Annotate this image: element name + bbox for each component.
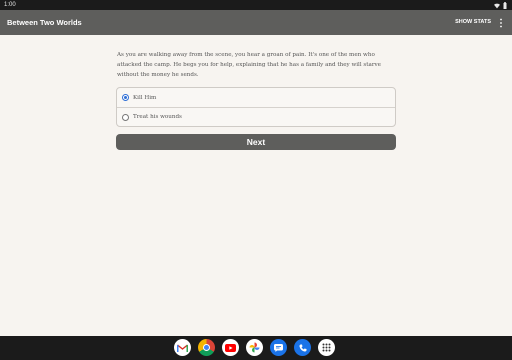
wifi-icon	[494, 3, 500, 8]
radio-unchecked-icon[interactable]	[122, 113, 129, 121]
app-bar: Between Two Worlds SHOW STATS	[0, 10, 512, 35]
status-icons	[494, 2, 507, 9]
app-drawer-icon[interactable]	[318, 339, 335, 356]
next-button[interactable]: Next	[116, 134, 396, 150]
chrome-icon[interactable]	[198, 339, 215, 356]
app-title: Between Two Worlds	[7, 18, 82, 27]
story-text: As you are walking away from the scene, …	[117, 52, 381, 78]
choice-treat-wounds[interactable]: Treat his wounds	[117, 107, 395, 126]
status-bar: 1:00	[0, 0, 512, 10]
youtube-icon[interactable]	[222, 339, 239, 356]
battery-icon	[503, 2, 507, 9]
status-time: 1:00	[4, 2, 16, 8]
choice-label: Kill Him	[133, 94, 157, 101]
gmail-icon[interactable]	[174, 339, 191, 356]
choice-label: Treat his wounds	[133, 114, 182, 120]
taskbar	[0, 336, 512, 360]
phone-icon[interactable]	[294, 339, 311, 356]
photos-icon[interactable]	[246, 339, 263, 356]
radio-checked-icon[interactable]	[122, 94, 129, 101]
choice-group: Kill Him Treat his wounds	[116, 87, 396, 127]
overflow-menu-icon[interactable]	[499, 18, 503, 28]
choice-kill-him[interactable]: Kill Him	[117, 88, 395, 107]
story-panel: As you are walking away from the scene, …	[116, 50, 396, 150]
messages-icon[interactable]	[270, 339, 287, 356]
app-dock	[174, 339, 335, 356]
show-stats-button[interactable]: SHOW STATS	[455, 10, 491, 35]
